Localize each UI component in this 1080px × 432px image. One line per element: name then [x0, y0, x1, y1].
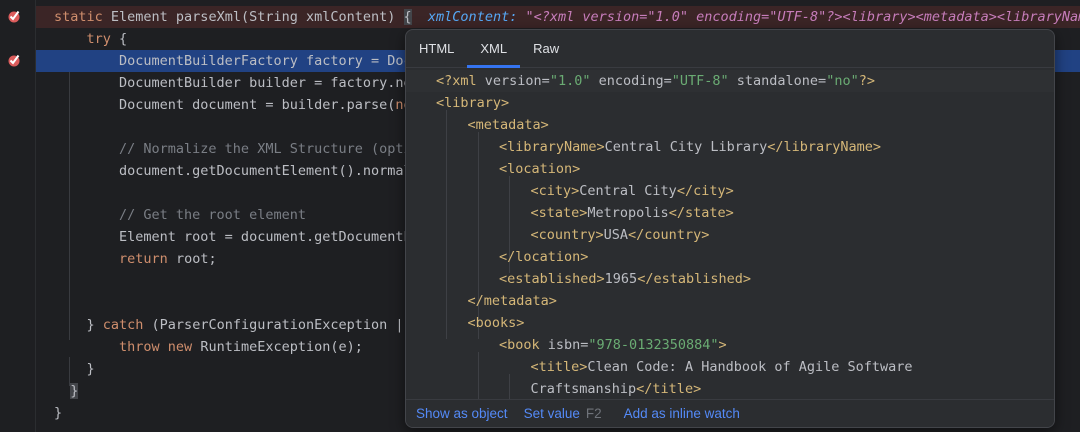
xml-tag-token: <title> [531, 359, 588, 375]
xml-txt-token: Metropolis [587, 205, 668, 221]
popup-tabs: HTMLXMLRaw [406, 30, 1054, 68]
xml-val-token: "1.0" [550, 73, 591, 89]
xml-tag-token: </country> [628, 227, 709, 243]
comment-token: // Get the root element [54, 207, 306, 223]
code-token: Element parseXml(String xmlContent) [111, 9, 404, 25]
code-token: document.getDocumentElement().normalize(… [54, 163, 452, 179]
xml-line[interactable]: Craftsmanship</title> [406, 378, 1054, 399]
xml-val-token: "no" [826, 73, 859, 89]
code-token: DocumentBuilderFactory factory = Documen… [54, 53, 452, 69]
xml-attr-token: version= [485, 73, 550, 89]
tab-xml[interactable]: XML [467, 30, 520, 67]
value-popup: HTMLXMLRaw <?xml version="1.0" encoding=… [405, 29, 1055, 428]
xml-txt-token: 1965 [605, 271, 638, 287]
inline-value-hint[interactable]: xmlContent: "<?xml version="1.0" encodin… [412, 9, 1080, 25]
xml-attr-token: standalone= [729, 73, 827, 89]
xml-line[interactable]: <location> [406, 158, 1054, 180]
xml-line[interactable]: <title>Clean Code: A Handbook of Agile S… [406, 356, 1054, 378]
breakpoint-icon[interactable] [6, 8, 22, 24]
xml-tag-token: </state> [669, 205, 734, 221]
xml-attr-token: isbn= [548, 337, 589, 353]
tab-raw[interactable]: Raw [520, 30, 572, 67]
code-line[interactable]: static Element parseXml(String xmlConten… [36, 6, 1080, 28]
xml-txt-token: Clean Code: A Handbook of Agile Software [587, 359, 912, 375]
code-token [54, 31, 87, 47]
code-editor[interactable]: static Element parseXml(String xmlConten… [0, 0, 1080, 432]
xml-line[interactable]: <libraryName>Central City Library</libra… [406, 136, 1054, 158]
inline-hint-name: xmlContent: [428, 9, 526, 25]
xml-tag-token: <?xml [436, 73, 485, 89]
popup-footer: Show as object Set value F2 Add as inlin… [406, 399, 1054, 427]
xml-view[interactable]: <?xml version="1.0" encoding="UTF-8" sta… [406, 69, 1054, 399]
code-token: } [70, 383, 78, 399]
xml-line[interactable]: </location> [406, 246, 1054, 268]
xml-txt-token: USA [604, 227, 628, 243]
set-value-shortcut: F2 [586, 406, 602, 421]
xml-tag-token: </established> [637, 271, 751, 287]
xml-tag-token: <metadata> [468, 117, 549, 133]
code-token: } [54, 405, 62, 421]
xml-line[interactable]: <state>Metropolis</state> [406, 202, 1054, 224]
xml-tag-token: </title> [636, 381, 701, 397]
xml-tag-token: <book [499, 337, 548, 353]
code-token [54, 339, 119, 355]
inline-hint-value: "<?xml version="1.0" encoding="UTF-8"?><… [525, 9, 1080, 25]
xml-line[interactable]: <city>Central City</city> [406, 180, 1054, 202]
xml-tag-token: </city> [677, 183, 734, 199]
code-token: DocumentBuilder builder = factory.newDoc… [54, 75, 452, 91]
xml-line[interactable]: <metadata> [406, 114, 1054, 136]
code-token: { [111, 31, 127, 47]
show-as-object-link[interactable]: Show as object [416, 406, 508, 421]
xml-tag-token: <library> [436, 95, 509, 111]
code-token: root; [168, 251, 217, 267]
keyword-token: try [87, 31, 111, 47]
xml-tag-token: > [718, 337, 726, 353]
code-token [54, 251, 119, 267]
xml-tag-token: <libraryName> [499, 139, 605, 155]
code-token: Document document = builder.parse( [54, 97, 395, 113]
code-token: Element root = document.getDocumentEleme… [54, 229, 452, 245]
breakpoint-icon[interactable] [6, 52, 22, 68]
code-token: { [404, 9, 412, 25]
xml-tag-token: <city> [531, 183, 580, 199]
xml-line[interactable]: <?xml version="1.0" encoding="UTF-8" sta… [406, 70, 1054, 92]
xml-line[interactable]: <book isbn="978-0132350884"> [406, 334, 1054, 356]
xml-txt-token: Craftsmanship [531, 381, 637, 397]
keyword-token: return [119, 251, 168, 267]
xml-line[interactable]: <established>1965</established> [406, 268, 1054, 290]
code-token: (ParserConfigurationException | SAX [143, 317, 436, 333]
xml-tag-token: </location> [499, 249, 588, 265]
comment-token: // Normalize the XML Structure (optional… [54, 141, 452, 157]
keyword-token: catch [103, 317, 144, 333]
xml-line[interactable]: <library> [406, 92, 1054, 114]
xml-tag-token: <books> [468, 315, 525, 331]
xml-val-token: "978-0132350884" [588, 337, 718, 353]
set-value-link[interactable]: Set value [524, 406, 580, 421]
keyword-token: throw new [119, 339, 192, 355]
xml-attr-token: encoding= [590, 73, 671, 89]
code-token: } [54, 361, 95, 377]
code-token: RuntimeException(e); [192, 339, 363, 355]
tab-html[interactable]: HTML [406, 30, 467, 67]
xml-tag-token: <country> [531, 227, 604, 243]
xml-tag-token: <established> [499, 271, 605, 287]
xml-line[interactable]: </metadata> [406, 290, 1054, 312]
editor-gutter[interactable] [0, 0, 36, 432]
xml-txt-token: Central City [579, 183, 677, 199]
xml-tag-token: </libraryName> [767, 139, 881, 155]
xml-tag-token: ?> [859, 73, 875, 89]
keyword-token: static [54, 9, 111, 25]
xml-line[interactable]: <country>USA</country> [406, 224, 1054, 246]
xml-line[interactable]: <books> [406, 312, 1054, 334]
xml-tag-token: </metadata> [468, 293, 557, 309]
code-token [54, 383, 70, 399]
code-token: } [54, 317, 103, 333]
xml-txt-token: Central City Library [605, 139, 768, 155]
xml-tag-token: <state> [531, 205, 588, 221]
add-inline-watch-link[interactable]: Add as inline watch [624, 406, 740, 421]
xml-tag-token: <location> [499, 161, 580, 177]
xml-val-token: "UTF-8" [672, 73, 729, 89]
